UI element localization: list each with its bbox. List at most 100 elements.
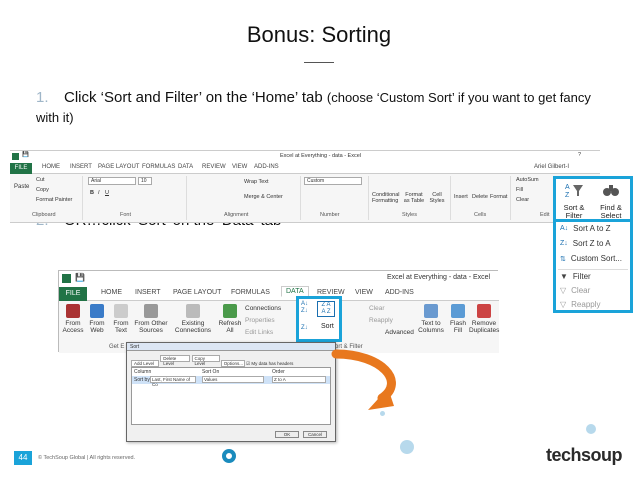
tab-view[interactable]: VIEW (232, 164, 247, 170)
menu-item-clear[interactable]: ▽ Clear (560, 286, 590, 295)
sort-button[interactable]: Sort (321, 323, 334, 330)
font-name-select[interactable]: Arial (88, 177, 136, 185)
get-external-group-label: Get E (109, 344, 125, 350)
page-number: 44 (14, 451, 32, 465)
clear-filter-button[interactable]: Clear (369, 305, 385, 312)
clear-button[interactable]: Clear (516, 197, 529, 203)
tab-add-ins[interactable]: ADD-INS (385, 289, 414, 296)
menu-item-custom-sort[interactable]: ⇅ Custom Sort... (560, 254, 622, 263)
web-icon (90, 304, 104, 318)
bold-button[interactable]: B (90, 190, 94, 196)
connections-button[interactable]: Connections (245, 305, 281, 312)
font-size-select[interactable]: 10 (138, 177, 152, 185)
tab-view[interactable]: VIEW (355, 289, 373, 296)
format-cells-button[interactable]: Format (490, 194, 507, 200)
number-format-select[interactable]: Custom (304, 177, 362, 185)
delete-cells-button[interactable]: Delete (472, 194, 488, 200)
remove-duplicates-button[interactable]: Remove Duplicates (469, 304, 499, 334)
sort-grid-icon: Z AA Z (317, 301, 335, 317)
tab-insert[interactable]: INSERT (70, 164, 92, 170)
existing-connections-button[interactable]: Existing Connections (173, 304, 213, 334)
ribbon-tabs: HOME INSERT PAGE LAYOUT FORMULAS DATA RE… (10, 163, 600, 174)
text-file-icon (114, 304, 128, 318)
slide: Bonus: Sorting 1. Click ‘Sort and Filter’… (0, 0, 638, 478)
tab-page-layout[interactable]: PAGE LAYOUT (173, 289, 221, 296)
save-icon[interactable]: 💾 (22, 152, 29, 158)
copy-level-button[interactable]: Copy Level (191, 355, 220, 366)
divider (300, 176, 301, 220)
menu-item-reapply[interactable]: ▽ Reapply (560, 300, 601, 309)
italic-button[interactable]: I (98, 190, 100, 196)
tab-home[interactable]: HOME (42, 164, 60, 170)
tab-formulas[interactable]: FORMULAS (231, 289, 270, 296)
decorative-dot (586, 424, 596, 434)
menu-item-sort-a-z[interactable]: A↓ Sort A to Z (560, 224, 611, 233)
advanced-filter-button[interactable]: Advanced (385, 329, 414, 336)
tab-data[interactable]: DATA (178, 164, 193, 170)
add-level-button[interactable]: Add Level (131, 360, 159, 367)
sort-on-header: Sort On (202, 369, 220, 375)
column-select[interactable]: Last, First Name of Co (150, 376, 196, 387)
sort-button-highlight: A↓ Z↓ Z AA Z Sort Z↓ (296, 296, 342, 342)
from-text-button[interactable]: From Text (109, 304, 133, 334)
edit-links-button[interactable]: Edit Links (245, 329, 273, 336)
home-ribbon-screenshot: 💾 Excel at Everything - data - Excel ? H… (10, 150, 600, 223)
tab-review[interactable]: REVIEW (202, 164, 226, 170)
wrap-text-button[interactable]: Wrap Text (244, 179, 269, 185)
refresh-icon (223, 304, 237, 318)
svg-text:Z: Z (565, 192, 570, 199)
menu-item-sort-z-a[interactable]: Z↓ Sort Z to A (560, 239, 611, 248)
text-to-columns-button[interactable]: Text to Columns (417, 304, 445, 334)
properties-button[interactable]: Properties (245, 317, 275, 324)
format-as-table-button[interactable]: Format as Table (402, 192, 426, 204)
binoculars-icon (603, 185, 619, 196)
headers-checkbox[interactable]: ☑ My data has headers (246, 361, 293, 366)
refresh-all-button[interactable]: Refresh All (217, 304, 243, 334)
tab-file[interactable]: FILE (59, 287, 87, 301)
underline-button[interactable]: U (105, 190, 109, 196)
access-icon (66, 304, 80, 318)
tab-file[interactable]: FILE (10, 163, 32, 174)
sort-on-select[interactable]: Values (202, 376, 264, 383)
sort-filter-label: Sort & Filter (563, 203, 585, 220)
copy-button[interactable]: Copy (36, 187, 49, 193)
tab-insert[interactable]: INSERT (135, 289, 161, 296)
tab-page-layout[interactable]: PAGE LAYOUT (98, 164, 139, 170)
cell-styles-button[interactable]: Cell Styles (428, 192, 446, 204)
tab-home[interactable]: HOME (101, 289, 122, 296)
from-other-sources-button[interactable]: From Other Sources (133, 304, 169, 334)
merge-center-button[interactable]: Merge & Center (244, 194, 283, 200)
options-button[interactable]: Options... (220, 360, 245, 367)
find-select-button[interactable]: Find & Select (594, 181, 628, 220)
flash-fill-button[interactable]: Flash Fill (447, 304, 469, 334)
help-icon[interactable]: ? (578, 152, 581, 158)
order-select[interactable]: Z to A (272, 376, 326, 383)
insert-cells-button[interactable]: Insert (454, 194, 468, 200)
reapply-button[interactable]: Reapply (369, 317, 393, 324)
menu-item-filter[interactable]: ▼ Filter (560, 272, 591, 281)
divider (510, 176, 511, 220)
cancel-button[interactable]: Cancel (303, 431, 327, 438)
autosum-button[interactable]: AutoSum (516, 177, 539, 183)
from-web-button[interactable]: From Web (85, 304, 109, 334)
from-access-button[interactable]: From Access (61, 304, 85, 334)
sort-filter-button[interactable]: AZ Sort & Filter (559, 181, 589, 220)
format-painter-button[interactable]: Format Painter (36, 197, 72, 203)
save-icon[interactable]: 💾 (75, 273, 85, 282)
font-group-label: Font (120, 212, 132, 218)
fill-button[interactable]: Fill (516, 187, 523, 193)
ribbon-body: Paste Cut Copy Format Painter Clipboard … (10, 174, 600, 223)
conditional-formatting-button[interactable]: Conditional Formatting (372, 192, 400, 204)
tab-review[interactable]: REVIEW (317, 289, 345, 296)
cut-button[interactable]: Cut (36, 177, 45, 183)
delete-level-button[interactable]: Delete Level (160, 355, 191, 366)
table-row[interactable]: Sort by Last, First Name of Co Values Z … (132, 376, 330, 387)
curved-arrow-icon (331, 349, 396, 410)
divider (368, 176, 369, 220)
filter-icon: ▼ (560, 272, 568, 281)
paste-button[interactable]: Paste (14, 184, 29, 190)
tab-formulas[interactable]: FORMULAS (142, 164, 175, 170)
clear-filter-icon: ▽ (560, 286, 567, 295)
ok-button[interactable]: OK (275, 431, 299, 438)
tab-add-ins[interactable]: ADD-INS (254, 164, 279, 170)
